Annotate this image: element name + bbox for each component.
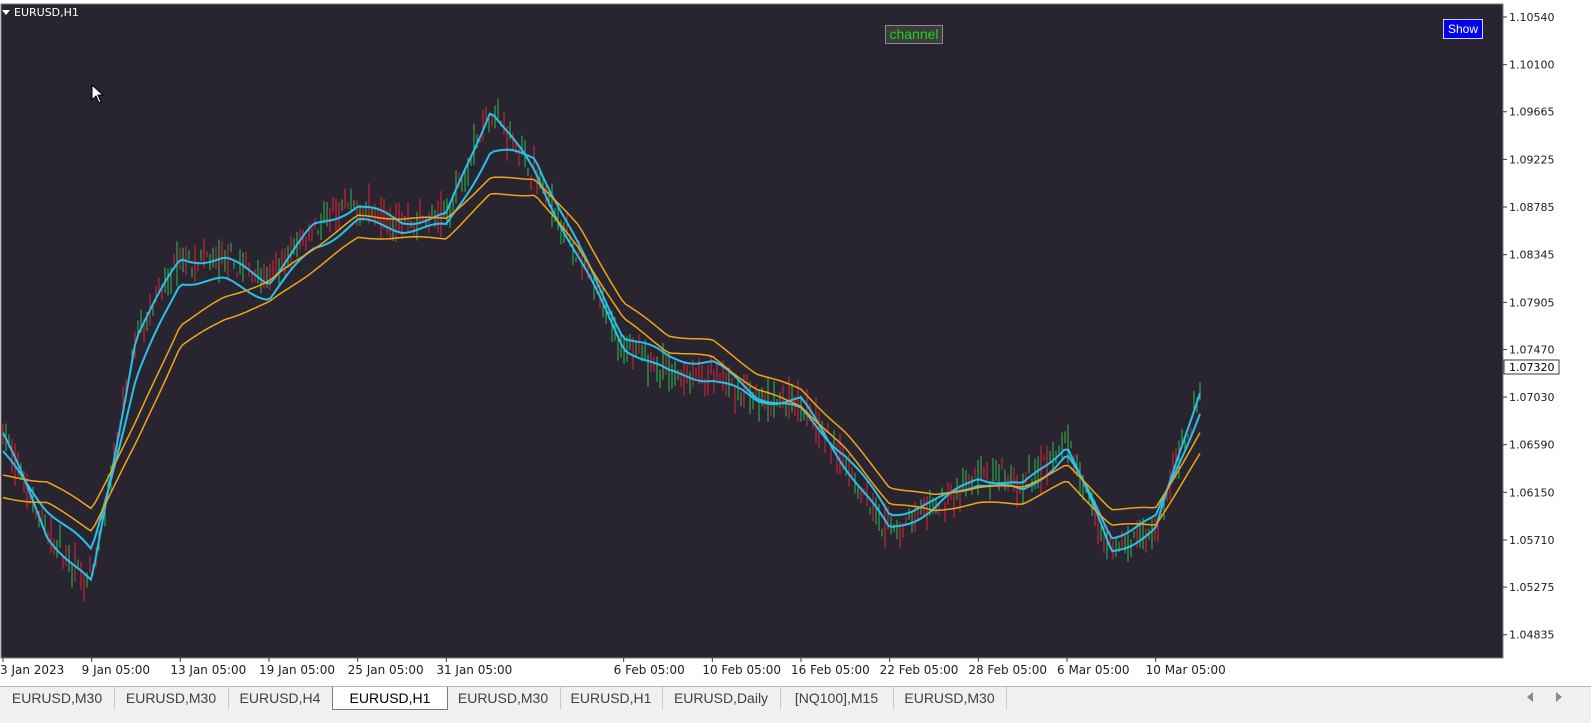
scroll-right-icon[interactable] bbox=[1556, 692, 1562, 702]
symbol-title[interactable]: EURUSD,H1 bbox=[2, 6, 79, 19]
chart-tab-4[interactable]: EURUSD,H1 bbox=[332, 687, 448, 710]
price-chart[interactable]: 1.10540 1.10100 1.09665 1.09225 1.08785 1.083… bbox=[0, 0, 1591, 688]
x-tick-label: 28 Feb 05:00 bbox=[968, 663, 1047, 677]
symbol-label: EURUSD,H1 bbox=[14, 6, 79, 19]
chart-tab-9[interactable]: EURUSD,M30 bbox=[893, 687, 1007, 709]
chart-tab-5[interactable]: EURUSD,M30 bbox=[446, 687, 561, 709]
x-tick-label: 3 Jan 2023 bbox=[0, 663, 64, 677]
y-tick-label: 1.04835 bbox=[1509, 629, 1555, 642]
y-tick-label: 1.06150 bbox=[1509, 486, 1555, 499]
channel-indicator-label[interactable]: channel bbox=[885, 25, 943, 44]
y-tick-label: 1.06590 bbox=[1509, 439, 1555, 452]
y-tick-label: 1.09225 bbox=[1509, 153, 1555, 166]
current-price-label: 1.07320 bbox=[1509, 361, 1555, 374]
scroll-left-icon[interactable] bbox=[1527, 692, 1533, 702]
chart-tab-7[interactable]: EURUSD,Daily bbox=[662, 687, 781, 709]
x-tick-label: 25 Jan 05:00 bbox=[348, 663, 424, 677]
y-tick-label: 1.10100 bbox=[1509, 59, 1555, 72]
time-axis[interactable]: 3 Jan 2023 9 Jan 05:00 13 Jan 05:00 19 Jan … bbox=[0, 658, 1226, 677]
y-tick-label: 1.05710 bbox=[1509, 534, 1555, 547]
y-tick-label: 1.09665 bbox=[1509, 106, 1555, 119]
mouse-pointer-icon bbox=[91, 84, 105, 104]
x-tick-label: 31 Jan 05:00 bbox=[436, 663, 512, 677]
chart-tab-6[interactable]: EURUSD,H1 bbox=[560, 687, 663, 709]
y-tick-label: 1.07030 bbox=[1509, 391, 1555, 404]
chart-tab-8[interactable]: [NQ100],M15 bbox=[780, 687, 894, 709]
chart-tab-bar: EURUSD,M30 EURUSD,M30 EURUSD,H4 EURUSD,H1 EU… bbox=[0, 686, 1591, 723]
y-tick-label: 1.08785 bbox=[1509, 201, 1555, 214]
x-tick-label: 6 Feb 05:00 bbox=[614, 663, 685, 677]
chart-window[interactable]: 1.10540 1.10100 1.09665 1.09225 1.08785 1.083… bbox=[0, 0, 1591, 688]
x-tick-label: 22 Feb 05:00 bbox=[880, 663, 959, 677]
x-tick-label: 10 Mar 05:00 bbox=[1146, 663, 1226, 677]
x-tick-label: 13 Jan 05:00 bbox=[170, 663, 246, 677]
y-tick-label: 1.10540 bbox=[1509, 11, 1555, 24]
x-tick-label: 19 Jan 05:00 bbox=[259, 663, 335, 677]
x-tick-label: 6 Mar 05:00 bbox=[1057, 663, 1130, 677]
y-tick-label: 1.07905 bbox=[1509, 296, 1555, 309]
dropdown-triangle-icon[interactable] bbox=[2, 10, 10, 15]
price-axis[interactable]: 1.10540 1.10100 1.09665 1.09225 1.08785 1.083… bbox=[1503, 11, 1555, 642]
chart-tab-2[interactable]: EURUSD,M30 bbox=[114, 687, 229, 709]
show-button[interactable]: Show bbox=[1443, 19, 1483, 39]
plot-background bbox=[0, 3, 1504, 659]
y-tick-label: 1.07470 bbox=[1509, 343, 1555, 356]
x-tick-label: 16 Feb 05:00 bbox=[791, 663, 870, 677]
x-tick-label: 9 Jan 05:00 bbox=[82, 663, 150, 677]
y-tick-label: 1.08345 bbox=[1509, 249, 1555, 262]
y-tick-label: 1.05275 bbox=[1509, 581, 1555, 594]
x-tick-label: 10 Feb 05:00 bbox=[702, 663, 781, 677]
chart-tab-3[interactable]: EURUSD,H4 bbox=[228, 687, 333, 709]
current-price-marker: 1.07320 bbox=[1503, 359, 1560, 375]
chart-tab-1[interactable]: EURUSD,M30 bbox=[0, 687, 115, 709]
